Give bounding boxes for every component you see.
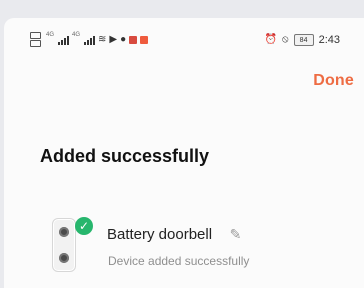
sim-icons: [30, 32, 41, 47]
signal-icon: [58, 35, 70, 45]
alarm-icon: ⏰: [264, 34, 278, 45]
mute-icon: ⦸: [282, 34, 289, 45]
status-bar: 4G 4G ≋ ▶ ● ⏰ ⦸ 84 2:43: [30, 32, 340, 52]
app-notification-icon: [140, 35, 149, 44]
phone-screen: 4G 4G ≋ ▶ ● ⏰ ⦸ 84 2:43 Done Added succe…: [4, 18, 364, 288]
device-status: Device added successfully: [108, 254, 250, 268]
status-right: ⏰ ⦸ 84 2:43: [265, 34, 340, 46]
status-left: 4G 4G ≋ ▶ ●: [30, 32, 149, 47]
done-button[interactable]: Done: [313, 72, 354, 90]
doorbell-icon: [52, 218, 76, 272]
checkmark-icon: ✓: [75, 217, 93, 235]
status-time: 2:43: [318, 34, 340, 46]
sim-card-icon: [30, 40, 41, 47]
signal-icon: [84, 35, 96, 45]
network-label-icon: 4G: [72, 32, 81, 38]
network-label-icon: 4G: [46, 32, 55, 38]
battery-icon: 84: [293, 34, 314, 46]
pencil-icon[interactable]: ✎: [227, 226, 244, 243]
sim-card-icon: [30, 32, 41, 39]
play-icon: ▶: [109, 33, 118, 45]
doorbell-button-icon: [59, 253, 69, 263]
device-list-item: ✓ Battery doorbell ✎ Device added succes…: [52, 217, 352, 282]
chat-icon: ●: [120, 33, 127, 45]
app-notification-icon: [129, 35, 138, 44]
wifi-icon: ≋: [98, 33, 107, 45]
device-name: Battery doorbell: [107, 226, 213, 243]
camera-icon: [59, 227, 69, 237]
page-title: Added successfully: [40, 146, 210, 166]
